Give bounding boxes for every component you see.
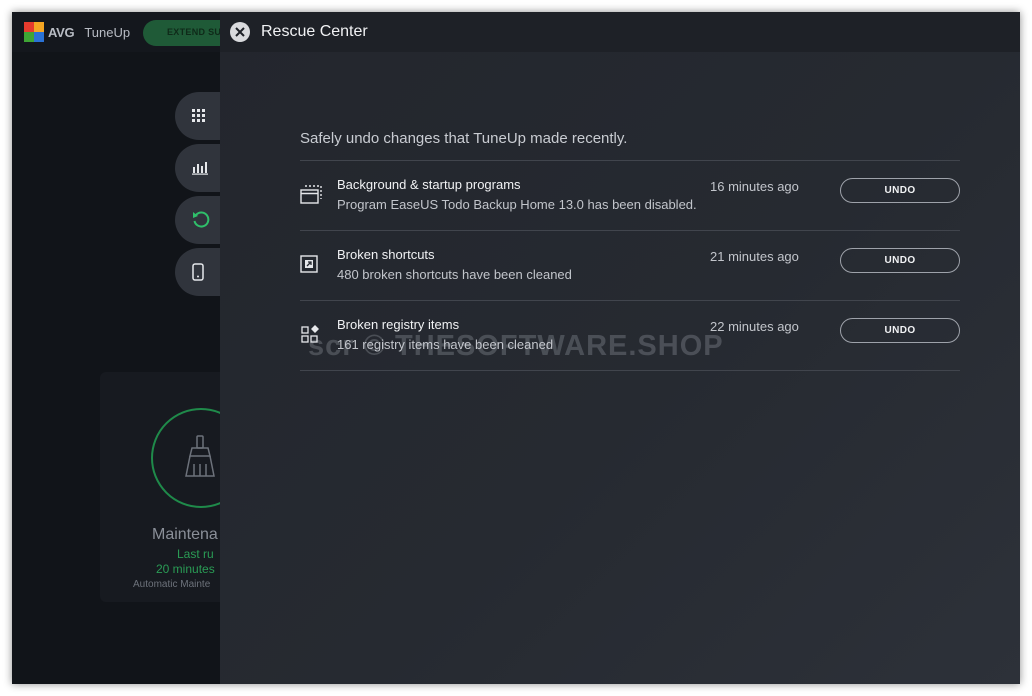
- logo-subtitle: TuneUp: [84, 24, 131, 40]
- item-time: 21 minutes ago: [710, 249, 799, 264]
- window-stack-icon: [300, 185, 322, 204]
- panel-header: Rescue Center: [220, 12, 1020, 52]
- shortcut-arrow-icon: [300, 255, 318, 273]
- app-logo: AVG TuneUp: [24, 22, 130, 42]
- watermark: scr © THESOFTWARE.SHOP: [308, 330, 724, 362]
- maintenance-time: 20 minutes: [156, 562, 215, 576]
- undo-button[interactable]: UNDO: [840, 178, 960, 203]
- item-time: 16 minutes ago: [710, 179, 799, 194]
- undo-arrow-icon: [193, 211, 210, 228]
- item-title: Background & startup programs: [337, 177, 521, 192]
- close-icon: [235, 27, 245, 37]
- divider: [300, 300, 960, 301]
- brush-icon: [185, 435, 215, 477]
- item-description: Program EaseUS Todo Backup Home 13.0 has…: [337, 197, 697, 212]
- divider: [300, 370, 960, 371]
- bar-chart-icon: [192, 162, 208, 175]
- divider: [300, 230, 960, 231]
- avg-logo-icon: [24, 22, 44, 42]
- undo-button[interactable]: UNDO: [840, 318, 960, 343]
- phone-icon: [192, 263, 204, 281]
- maintenance-auto: Automatic Mainte: [133, 579, 211, 590]
- undo-button[interactable]: UNDO: [840, 248, 960, 273]
- panel-title: Rescue Center: [261, 23, 368, 40]
- close-button[interactable]: [230, 22, 250, 42]
- maintenance-title: Maintena: [152, 526, 218, 543]
- divider: [300, 160, 960, 161]
- app-window: AVG TuneUp EXTEND SU Maintena Last ru 20…: [12, 12, 1020, 684]
- grid-icon: [192, 109, 205, 122]
- maintenance-last-run: Last ru: [177, 547, 214, 561]
- logo-text: AVG: [48, 24, 75, 40]
- rescue-center-panel: Rescue Center Safely undo changes that T…: [220, 12, 1020, 684]
- intro-text: Safely undo changes that TuneUp made rec…: [300, 130, 628, 147]
- item-title: Broken shortcuts: [337, 247, 435, 262]
- item-description: 480 broken shortcuts have been cleaned: [337, 267, 572, 282]
